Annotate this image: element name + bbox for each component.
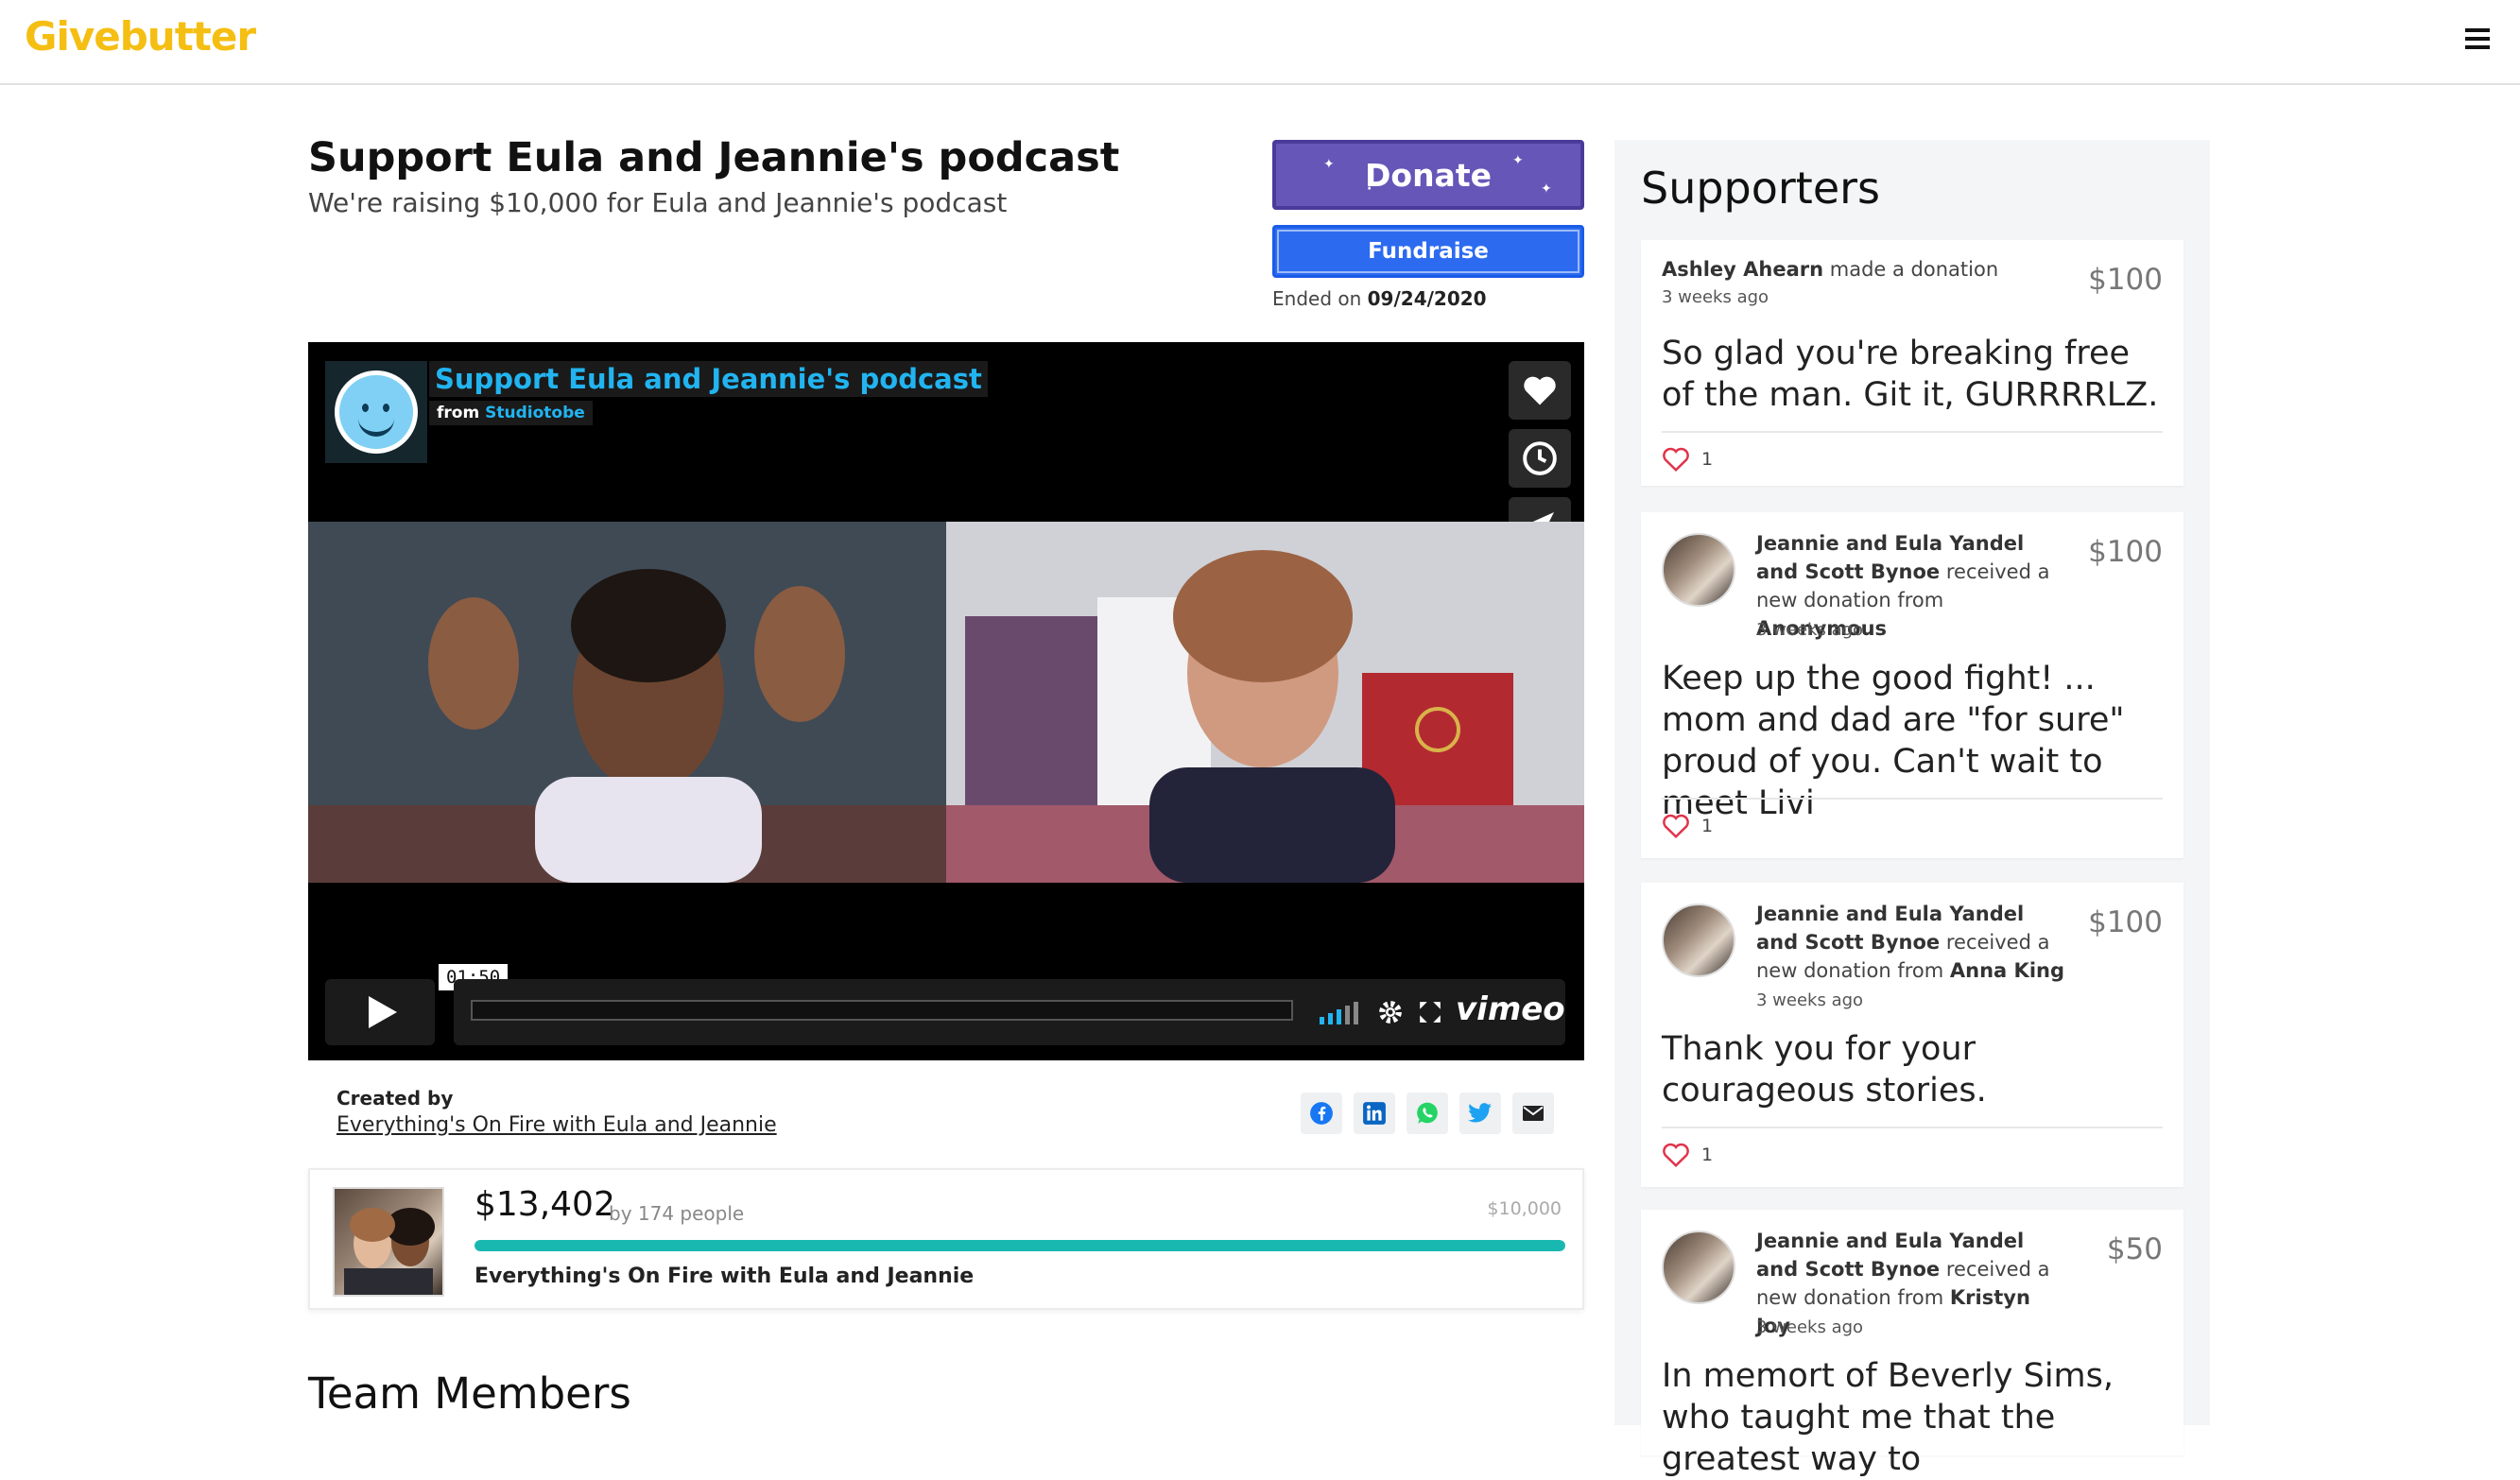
like-count: 1: [1701, 816, 1714, 836]
settings-gear-icon[interactable]: [1376, 998, 1405, 1026]
supporter-time: 3 weeks ago: [1756, 990, 1864, 1010]
sparkle-icon: ✦: [1323, 157, 1335, 172]
ended-prefix: Ended on: [1272, 287, 1362, 310]
like-count: 1: [1701, 1144, 1714, 1165]
page-subtitle: We're raising $10,000 for Eula and Jeann…: [308, 187, 1008, 218]
donate-label: Donate: [1365, 156, 1492, 194]
team-name[interactable]: Everything's On Fire with Eula and Jeann…: [475, 1265, 974, 1288]
page-title: Support Eula and Jeannie's podcast: [308, 134, 1120, 181]
top-navbar: Givebutter: [0, 0, 2520, 85]
goal-amount: $10,000: [1487, 1198, 1562, 1219]
video-from: from Studiotobe: [429, 401, 593, 425]
creator-link[interactable]: Everything's On Fire with Eula and Jeann…: [337, 1113, 777, 1137]
donation-amount: $100: [2088, 263, 2163, 297]
twitter-icon: [1468, 1103, 1492, 1123]
linkedin-icon: [1363, 1102, 1386, 1125]
created-by-label: Created by: [337, 1087, 454, 1110]
ended-date: Ended on 09/24/2020: [1272, 287, 1487, 310]
supporter-avatar: [1662, 1230, 1735, 1304]
donate-button[interactable]: ✦ · ✦ ✦ · Donate: [1272, 140, 1584, 210]
givebutter-logo[interactable]: Givebutter: [25, 13, 256, 60]
sparkle-icon: ✦: [1541, 181, 1552, 197]
progress-bar: [475, 1240, 1565, 1251]
share-whatsapp-button[interactable]: [1407, 1093, 1448, 1134]
video-frame-left: [308, 522, 946, 883]
smiley-icon: [335, 370, 418, 454]
share-facebook-button[interactable]: [1301, 1093, 1342, 1134]
supporters-heading: Supporters: [1641, 163, 1881, 214]
donor-name: Anna King: [1949, 959, 2064, 982]
like-button[interactable]: [1509, 361, 1571, 420]
whatsapp-icon: [1417, 1102, 1438, 1124]
share-linkedin-button[interactable]: [1354, 1093, 1395, 1134]
donation-amount: $50: [2106, 1232, 2163, 1266]
fundraising-progress-card[interactable]: $13,402 by 174 people $10,000 Everything…: [308, 1168, 1584, 1310]
fullscreen-icon[interactable]: [1418, 1000, 1442, 1024]
supporter-avatar: [1662, 533, 1735, 607]
card-divider: [1662, 1127, 2163, 1128]
volume-bars-icon[interactable]: [1320, 998, 1361, 1024]
like-count: 1: [1701, 449, 1714, 470]
heart-outline-icon[interactable]: [1662, 1142, 1690, 1168]
heart-icon: [1524, 376, 1556, 405]
clock-icon: [1523, 441, 1557, 475]
progress-bar-fill: [475, 1240, 1565, 1251]
team-members-heading: Team Members: [308, 1368, 631, 1419]
supporter-time: 3 weeks ago: [1662, 287, 1769, 307]
donation-amount: $100: [2088, 905, 2163, 939]
watch-later-button[interactable]: [1509, 429, 1571, 488]
fundraise-button[interactable]: Fundraise: [1272, 225, 1584, 278]
supporter-avatar: [1662, 903, 1735, 977]
supporter-card: Jeannie and Eula Yandel and Scott Bynoe …: [1641, 883, 2183, 1187]
card-divider: [1662, 798, 2163, 800]
team-avatar: [333, 1187, 444, 1297]
video-controls: 01:50 vimeo: [325, 964, 1565, 1045]
play-icon: [369, 996, 397, 1028]
hamburger-menu-icon[interactable]: [2465, 28, 2490, 51]
supporter-time: 3 weeks ago: [1756, 1317, 1864, 1337]
channel-logo[interactable]: [325, 361, 427, 463]
email-icon: [1523, 1106, 1544, 1121]
sparkle-icon: ✦: [1512, 153, 1524, 168]
supporter-card: Jeannie and Eula Yandel and Scott Bynoe …: [1641, 512, 2183, 858]
from-label: from: [437, 404, 480, 422]
vimeo-logo[interactable]: vimeo: [1456, 990, 1565, 1028]
donor-count: by 174 people: [609, 1202, 745, 1225]
donation-message: So glad you're breaking free of the man.…: [1662, 335, 2159, 414]
video-progress-bar[interactable]: [471, 1000, 1293, 1021]
like-control[interactable]: 1: [1662, 813, 1713, 839]
supporters-panel: Supporters Ashley Ahearn made a donation…: [1614, 140, 2210, 1478]
supporter-meta: Ashley Ahearn made a donation: [1662, 255, 1998, 284]
donation-amount: $100: [2088, 535, 2163, 569]
supporter-meta: Jeannie and Eula Yandel and Scott Bynoe …: [1756, 900, 2068, 985]
video-frame-right: [946, 522, 1584, 883]
share-twitter-button[interactable]: [1459, 1093, 1501, 1134]
channel-link[interactable]: Studiotobe: [485, 404, 585, 422]
facebook-icon: [1310, 1102, 1333, 1125]
card-divider: [1662, 431, 2163, 433]
heart-outline-icon[interactable]: [1662, 813, 1690, 839]
supporter-card: Jeannie and Eula Yandel and Scott Bynoe …: [1641, 1210, 2183, 1478]
like-control[interactable]: 1: [1662, 446, 1713, 473]
donation-message: In memort of Beverly Sims, who taught me…: [1662, 1357, 2114, 1478]
share-email-button[interactable]: [1512, 1093, 1554, 1134]
supporter-name[interactable]: Ashley Ahearn: [1662, 258, 1823, 281]
play-button[interactable]: [325, 979, 435, 1045]
supporter-time: 3 weeks ago: [1756, 620, 1864, 640]
supporter-card: Ashley Ahearn made a donation 3 weeks ag…: [1641, 240, 2183, 486]
video-player[interactable]: Support Eula and Jeannie's podcast from …: [308, 342, 1584, 1060]
like-control[interactable]: 1: [1662, 1142, 1713, 1168]
control-bar: vimeo: [454, 979, 1565, 1045]
video-title[interactable]: Support Eula and Jeannie's podcast: [429, 361, 988, 397]
supporter-action: made a donation: [1829, 258, 1999, 281]
amount-raised: $13,402: [475, 1185, 615, 1224]
ended-date-value: 09/24/2020: [1367, 287, 1487, 310]
heart-outline-icon[interactable]: [1662, 446, 1690, 473]
donation-message: Thank you for your courageous stories.: [1662, 1030, 1987, 1110]
